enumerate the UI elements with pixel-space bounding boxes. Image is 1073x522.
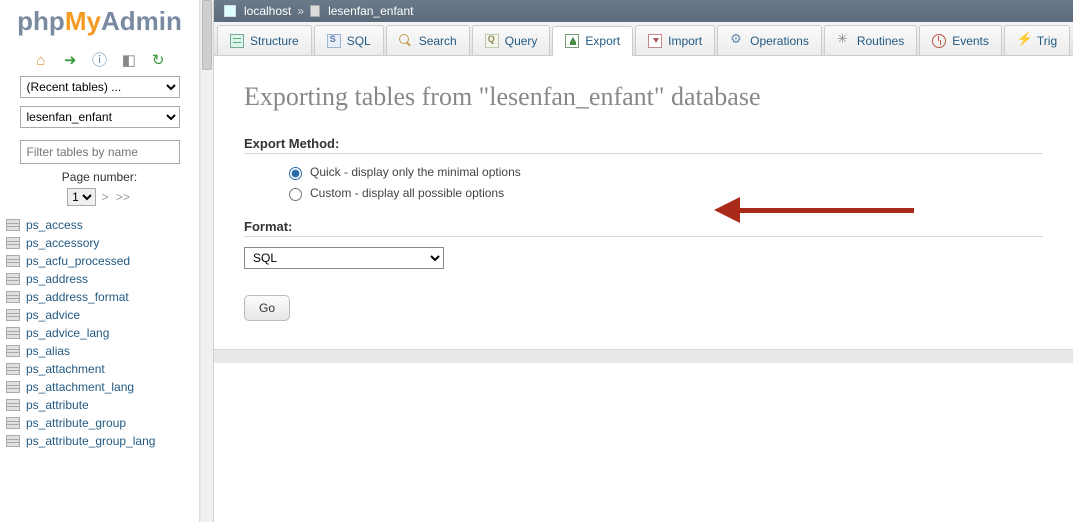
tab-sql[interactable]: SQL — [314, 25, 384, 55]
list-item[interactable]: ps_accessory — [6, 234, 193, 252]
list-item[interactable]: ps_alias — [6, 342, 193, 360]
pager-last[interactable]: >> — [116, 190, 130, 204]
main-area: localhost » lesenfan_enfant Structure SQ… — [214, 0, 1073, 522]
table-icon — [6, 219, 20, 231]
reload-icon[interactable]: ↻ — [149, 51, 167, 69]
list-item[interactable]: ps_access — [6, 216, 193, 234]
content: Exporting tables from "lesenfan_enfant" … — [214, 56, 1073, 373]
divider — [244, 153, 1043, 154]
nav-icons: ⌂ ➜ ⓘ ◧ ↻ — [0, 47, 199, 68]
server-icon — [224, 5, 236, 17]
list-item[interactable]: ps_attribute_group_lang — [6, 432, 193, 450]
page-number-select[interactable]: 1 — [67, 188, 96, 206]
sidebar-scrollbar[interactable] — [200, 0, 214, 522]
table-icon — [6, 327, 20, 339]
table-icon — [6, 363, 20, 375]
tabs: Structure SQL Search Query Export Import… — [214, 22, 1073, 56]
export-custom-radio[interactable] — [289, 188, 302, 201]
pager-next[interactable]: > — [101, 190, 108, 204]
help-icon[interactable]: ⓘ — [91, 49, 109, 67]
tab-search[interactable]: Search — [386, 25, 470, 55]
table-icon — [6, 255, 20, 267]
logout-icon[interactable]: ➜ — [61, 51, 79, 69]
table-icon — [6, 237, 20, 249]
tab-query[interactable]: Query — [472, 25, 551, 55]
database-select[interactable]: lesenfan_enfant — [20, 106, 180, 128]
filter-tables-input[interactable] — [20, 140, 180, 164]
tab-events[interactable]: Events — [919, 25, 1002, 55]
table-icon — [6, 399, 20, 411]
tab-import[interactable]: Import — [635, 25, 715, 55]
table-icon — [6, 345, 20, 357]
scrollbar-thumb[interactable] — [202, 0, 212, 70]
export-method-label: Export Method: — [244, 136, 1043, 151]
export-icon — [565, 34, 579, 48]
table-list: ps_access ps_accessory ps_acfu_processed… — [0, 216, 199, 450]
table-icon — [6, 435, 20, 447]
list-item[interactable]: ps_attribute — [6, 396, 193, 414]
list-item[interactable]: ps_attachment — [6, 360, 193, 378]
list-item[interactable]: ps_attribute_group — [6, 414, 193, 432]
table-icon — [6, 309, 20, 321]
list-item[interactable]: ps_address_format — [6, 288, 193, 306]
triggers-icon — [1017, 34, 1031, 48]
footer-bar — [214, 349, 1073, 363]
sql-icon — [327, 34, 341, 48]
operations-icon — [730, 34, 744, 48]
events-icon — [932, 34, 946, 48]
go-button[interactable]: Go — [244, 295, 290, 321]
recent-tables-select[interactable]: (Recent tables) ... — [20, 76, 180, 98]
page-title: Exporting tables from "lesenfan_enfant" … — [244, 82, 1043, 112]
divider — [244, 236, 1043, 237]
breadcrumb-server[interactable]: localhost — [244, 4, 291, 18]
export-quick-label: Quick - display only the minimal options — [310, 165, 521, 179]
list-item[interactable]: ps_acfu_processed — [6, 252, 193, 270]
table-icon — [6, 381, 20, 393]
database-icon — [310, 5, 320, 17]
breadcrumb: localhost » lesenfan_enfant — [214, 0, 1073, 22]
format-select[interactable]: SQL — [244, 247, 444, 269]
export-quick-radio[interactable] — [289, 167, 302, 180]
query-icon — [485, 34, 499, 48]
table-icon — [6, 291, 20, 303]
export-quick-option[interactable]: Quick - display only the minimal options — [284, 164, 1043, 180]
tab-operations[interactable]: Operations — [717, 25, 822, 55]
list-item[interactable]: ps_attachment_lang — [6, 378, 193, 396]
list-item[interactable]: ps_advice_lang — [6, 324, 193, 342]
tab-triggers[interactable]: Trig — [1004, 25, 1070, 55]
table-icon — [6, 273, 20, 285]
table-pager: 1 > >> — [0, 188, 199, 206]
routines-icon — [837, 34, 851, 48]
list-item[interactable]: ps_address — [6, 270, 193, 288]
tab-structure[interactable]: Structure — [217, 25, 312, 55]
breadcrumb-separator: » — [297, 4, 304, 18]
breadcrumb-database[interactable]: lesenfan_enfant — [328, 4, 413, 18]
annotation-arrow — [714, 202, 914, 220]
tab-routines[interactable]: Routines — [824, 25, 917, 55]
page-number-label: Page number: — [0, 170, 199, 184]
list-item[interactable]: ps_advice — [6, 306, 193, 324]
structure-icon — [230, 34, 244, 48]
export-custom-option[interactable]: Custom - display all possible options — [284, 185, 1043, 201]
import-icon — [648, 34, 662, 48]
sql-query-icon[interactable]: ◧ — [120, 51, 138, 69]
search-icon — [399, 34, 413, 48]
tab-export[interactable]: Export — [552, 26, 633, 56]
export-custom-label: Custom - display all possible options — [310, 186, 504, 200]
format-label: Format: — [244, 219, 1043, 234]
table-icon — [6, 417, 20, 429]
logo[interactable]: phpMyAdmin — [0, 6, 199, 37]
export-method-options: Quick - display only the minimal options… — [284, 164, 1043, 201]
sidebar: phpMyAdmin ⌂ ➜ ⓘ ◧ ↻ (Recent tables) ...… — [0, 0, 200, 522]
home-icon[interactable]: ⌂ — [32, 52, 50, 70]
